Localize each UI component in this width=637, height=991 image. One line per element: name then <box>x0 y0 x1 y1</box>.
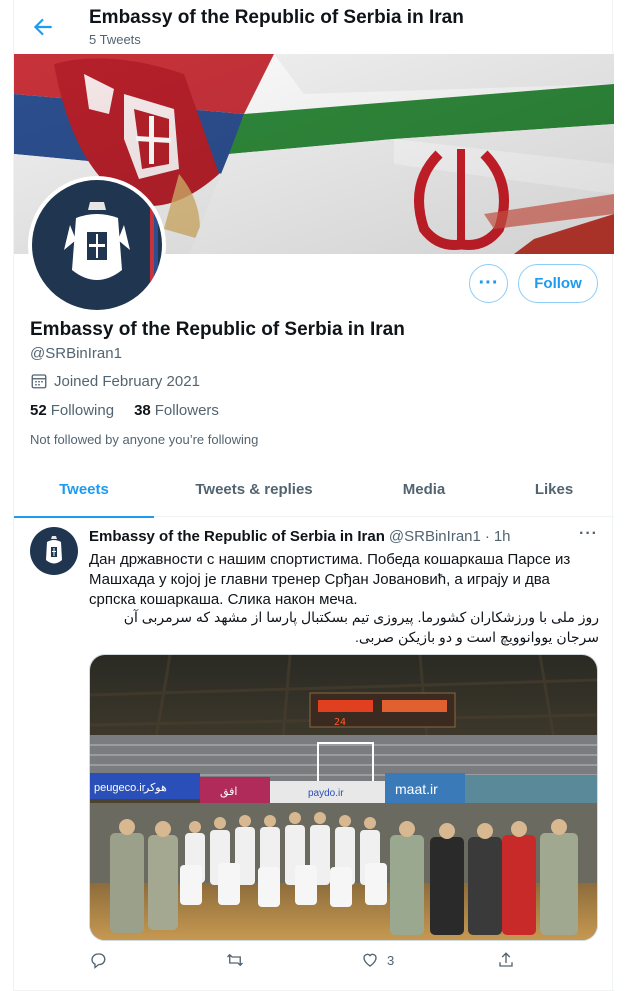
tab-tweets-and-replies[interactable]: Tweets & replies <box>154 462 354 517</box>
coat-of-arms-logo <box>64 180 158 310</box>
tweet-author-handle[interactable]: @SRBinIran1 <box>389 528 481 545</box>
calendar-icon <box>31 374 47 389</box>
header-tweet-count: 5 Tweets <box>89 32 141 47</box>
following-label: Following <box>50 402 115 419</box>
tweet-more-button[interactable]: ··· <box>579 525 598 543</box>
tweet-text-persian: روز ملی با ورزشکاران کشورما. پیروزی تیم … <box>123 609 599 645</box>
arrow-left-icon <box>33 18 52 36</box>
like-count: 3 <box>387 952 395 968</box>
team-photo: 24 peugeco.ir هوکر افق paydo.ir maat.ir <box>90 655 597 940</box>
sponsor-hooker: هوکر <box>143 781 167 794</box>
tab-media[interactable]: Media <box>354 462 494 517</box>
scoreboard-clock: 24 <box>334 717 346 728</box>
profile-avatar[interactable] <box>28 176 166 314</box>
reply-button[interactable] <box>89 951 107 969</box>
heart-icon <box>363 953 377 967</box>
tweet-author-name[interactable]: Embassy of the Republic of Serbia in Ira… <box>89 528 385 545</box>
share-button[interactable] <box>497 951 515 969</box>
tweet-text-cyrillic: Дан државности с нашим спортистима. Побе… <box>89 551 571 608</box>
tweet-card[interactable]: Embassy of the Republic of Serbia in Ira… <box>14 517 614 991</box>
tweet-separator: · <box>484 528 490 545</box>
tab-likes[interactable]: Likes <box>494 462 614 517</box>
joined-text: Joined February 2021 <box>54 372 200 390</box>
profile-page: Embassy of the Republic of Serbia in Ira… <box>13 0 614 991</box>
tweet-photo[interactable]: 24 peugeco.ir هوکر افق paydo.ir maat.ir <box>89 654 598 941</box>
back-button[interactable] <box>30 14 56 40</box>
retweet-button[interactable] <box>225 951 245 969</box>
profile-tabs: Tweets Tweets & replies Media Likes <box>14 462 614 518</box>
tweet-time[interactable]: 1h <box>494 528 511 545</box>
following-link[interactable]: 52 Following <box>30 402 114 419</box>
header-title: Embassy of the Republic of Serbia in Ira… <box>89 7 464 28</box>
followers-label: Followers <box>154 402 219 419</box>
followers-count: 38 <box>134 402 151 419</box>
follow-stats: 52 Following 38 Followers <box>30 402 219 419</box>
tweet-actions: 3 <box>89 951 519 971</box>
following-count: 52 <box>30 402 47 419</box>
followers-link[interactable]: 38 Followers <box>134 402 219 419</box>
profile-name: Embassy of the Republic of Serbia in Ira… <box>30 319 405 340</box>
tweet-avatar[interactable] <box>30 527 78 575</box>
follow-button[interactable]: Follow <box>518 264 598 303</box>
like-button[interactable]: 3 <box>361 951 394 969</box>
sponsor-paydo: paydo.ir <box>308 788 344 799</box>
joined-date: Joined February 2021 <box>30 372 200 390</box>
sponsor-maat: maat.ir <box>395 781 438 797</box>
not-followed-notice: Not followed by anyone you’re following <box>30 432 259 447</box>
share-icon <box>499 952 513 967</box>
tab-tweets[interactable]: Tweets <box>14 462 154 518</box>
more-options-button[interactable]: ··· <box>469 264 508 303</box>
retweet-icon <box>227 953 243 967</box>
profile-header-bar: Embassy of the Republic of Serbia in Ira… <box>14 0 614 54</box>
tweet-header: Embassy of the Republic of Serbia in Ira… <box>89 528 511 545</box>
reply-icon <box>91 953 106 969</box>
sponsor-peugeco: peugeco.ir <box>94 782 146 794</box>
sponsor-ofogh: افق <box>220 785 238 799</box>
profile-handle: @SRBinIran1 <box>30 345 122 362</box>
coat-of-arms-logo <box>46 536 62 564</box>
